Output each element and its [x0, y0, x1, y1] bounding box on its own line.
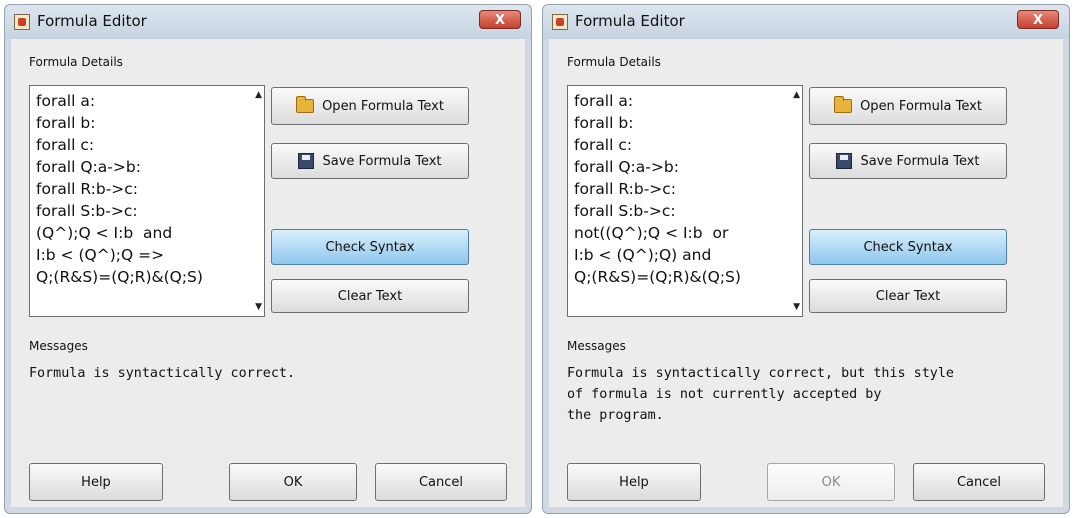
- save-formula-text-button[interactable]: Save Formula Text: [271, 143, 469, 179]
- save-formula-text-button[interactable]: Save Formula Text: [809, 143, 1007, 179]
- open-formula-text-button[interactable]: Open Formula Text: [809, 87, 1007, 125]
- help-label: Help: [619, 474, 649, 490]
- close-button[interactable]: X: [1017, 10, 1059, 29]
- title-bar[interactable]: Formula Editor X: [5, 5, 531, 39]
- window-title: Formula Editor: [37, 12, 147, 30]
- scroll-down-arrow-icon[interactable]: ▼: [255, 302, 262, 312]
- formula-editor-window-right: Formula Editor X Formula Details forall …: [542, 4, 1070, 514]
- check-syntax-label: Check Syntax: [325, 239, 415, 255]
- formula-scrollbar[interactable]: ▲ ▼: [248, 86, 264, 316]
- help-button[interactable]: Help: [567, 463, 701, 501]
- dialog-body: Formula Details forall a: forall b: fora…: [549, 39, 1063, 507]
- cancel-button[interactable]: Cancel: [375, 463, 507, 501]
- java-app-icon: [14, 14, 30, 30]
- open-formula-text-label: Open Formula Text: [322, 98, 444, 114]
- clear-text-button[interactable]: Clear Text: [809, 279, 1007, 313]
- formula-details-label: Formula Details: [29, 55, 123, 69]
- formula-scrollbar[interactable]: ▲ ▼: [786, 86, 802, 316]
- message-line: of formula is not currently accepted by: [567, 387, 882, 402]
- scroll-up-arrow-icon[interactable]: ▲: [255, 90, 262, 100]
- message-line: the program.: [567, 408, 664, 423]
- messages-area: Formula is syntactically correct.: [29, 363, 505, 465]
- messages-area: Formula is syntactically correct, but th…: [567, 363, 1043, 465]
- ok-button[interactable]: OK: [229, 463, 357, 501]
- check-syntax-label: Check Syntax: [863, 239, 953, 255]
- scroll-up-arrow-icon[interactable]: ▲: [793, 90, 800, 100]
- check-syntax-button[interactable]: Check Syntax: [271, 229, 469, 265]
- java-app-icon: [552, 14, 568, 30]
- clear-text-label: Clear Text: [337, 288, 403, 304]
- clear-text-button[interactable]: Clear Text: [271, 279, 469, 313]
- floppy-disk-icon: [298, 153, 315, 169]
- scroll-down-arrow-icon[interactable]: ▼: [793, 302, 800, 312]
- formula-text[interactable]: forall a: forall b: forall c: forall Q:a…: [574, 90, 782, 316]
- formula-text-area[interactable]: forall a: forall b: forall c: forall Q:a…: [567, 85, 803, 317]
- formula-text-area[interactable]: forall a: forall b: forall c: forall Q:a…: [29, 85, 265, 317]
- formula-text[interactable]: forall a: forall b: forall c: forall Q:a…: [36, 90, 244, 316]
- message-line: Formula is syntactically correct, but th…: [567, 366, 954, 381]
- formula-details-label: Formula Details: [567, 55, 661, 69]
- title-bar[interactable]: Formula Editor X: [543, 5, 1069, 39]
- folder-icon: [834, 96, 853, 113]
- ok-button[interactable]: OK: [767, 463, 895, 501]
- floppy-disk-icon: [836, 153, 853, 169]
- message-line: Formula is syntactically correct.: [29, 366, 296, 381]
- help-label: Help: [81, 474, 111, 490]
- folder-icon: [296, 96, 315, 113]
- ok-label: OK: [821, 474, 841, 490]
- messages-label: Messages: [29, 339, 88, 353]
- clear-text-label: Clear Text: [875, 288, 941, 304]
- help-button[interactable]: Help: [29, 463, 163, 501]
- ok-label: OK: [283, 474, 303, 490]
- save-formula-text-label: Save Formula Text: [860, 153, 980, 169]
- cancel-button[interactable]: Cancel: [913, 463, 1045, 501]
- open-formula-text-button[interactable]: Open Formula Text: [271, 87, 469, 125]
- check-syntax-button[interactable]: Check Syntax: [809, 229, 1007, 265]
- cancel-label: Cancel: [418, 474, 464, 490]
- close-button[interactable]: X: [479, 10, 521, 29]
- dialog-body: Formula Details forall a: forall b: fora…: [11, 39, 525, 507]
- save-formula-text-label: Save Formula Text: [322, 153, 442, 169]
- cancel-label: Cancel: [956, 474, 1002, 490]
- window-title: Formula Editor: [575, 12, 685, 30]
- messages-label: Messages: [567, 339, 626, 353]
- formula-editor-window-left: Formula Editor X Formula Details forall …: [4, 4, 532, 514]
- open-formula-text-label: Open Formula Text: [860, 98, 982, 114]
